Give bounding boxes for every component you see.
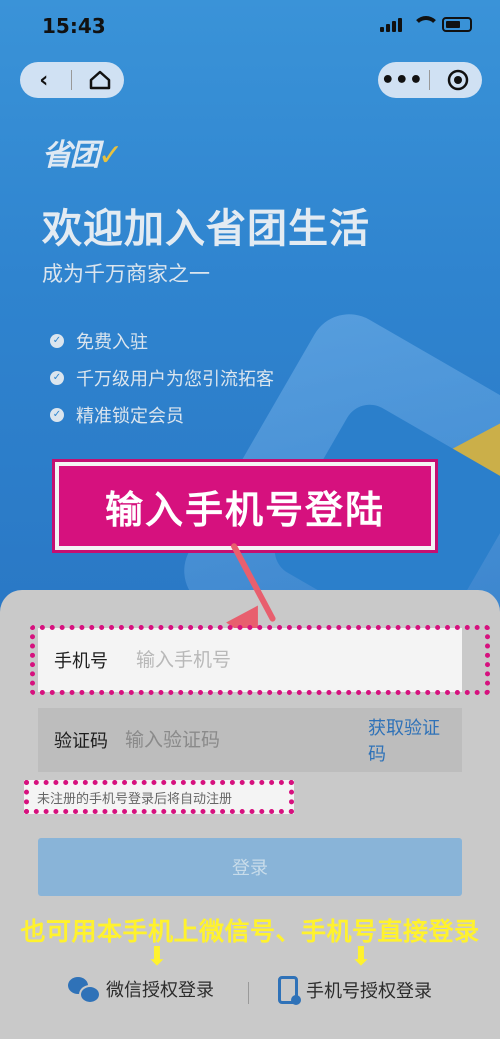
status-bar: 15:43: [0, 0, 500, 52]
nav-capsule-right: •••: [378, 62, 482, 98]
feature-item: ✓ 千万级用户为您引流拓客: [50, 359, 274, 396]
phone-icon: [278, 976, 301, 1005]
phone-input[interactable]: [136, 649, 462, 671]
check-circle-icon: ✓: [50, 370, 64, 385]
get-code-link[interactable]: 获取验证码: [368, 714, 446, 766]
feature-item: ✓ 免费入驻: [50, 322, 274, 359]
wechat-login-label: 微信授权登录: [106, 980, 214, 1001]
check-circle-icon: ✓: [50, 407, 64, 422]
feature-item: ✓ 精准锁定会员: [50, 396, 274, 433]
wechat-login-link[interactable]: 微信授权登录: [68, 976, 214, 1004]
phone-auth-login-label: 手机号授权登录: [306, 981, 432, 1002]
annotation-banner: 输入手机号登陆: [52, 459, 438, 553]
check-circle-icon: ✓: [50, 333, 64, 348]
feature-text: 精准锁定会员: [76, 405, 184, 427]
back-icon[interactable]: ‹: [24, 64, 64, 96]
status-icons: [380, 16, 472, 32]
down-arrow-icon: ⬇: [350, 942, 372, 972]
phone-label: 手机号: [54, 651, 108, 672]
phone-field: 手机号: [38, 628, 462, 692]
page-title: 欢迎加入省团生活: [42, 206, 370, 252]
alt-login-links: 微信授权登录 手机号授权登录: [0, 972, 500, 1012]
feature-text: 千万级用户为您引流拓客: [76, 368, 274, 390]
target-circle-icon[interactable]: [438, 64, 478, 96]
capsule-divider: [71, 70, 73, 90]
code-label: 验证码: [54, 731, 108, 752]
more-dots-icon[interactable]: •••: [381, 64, 423, 96]
brand-logo: 省团✓: [42, 130, 123, 174]
links-divider: [248, 982, 249, 1004]
status-time: 15:43: [42, 14, 106, 38]
verification-code-field: 验证码 获取验证码: [38, 708, 462, 772]
code-input[interactable]: [125, 729, 369, 751]
auto-register-notice: 未注册的手机号登录后将自动注册: [24, 780, 294, 814]
annotation-alt-note: 也可用本手机上微信号、手机号直接登录: [20, 917, 480, 946]
logo-check-icon: ✓: [98, 138, 123, 173]
signal-icon: [380, 16, 402, 32]
capsule-divider: [429, 70, 431, 90]
down-arrow-icon: ⬇: [146, 942, 168, 972]
feature-list: ✓ 免费入驻 ✓ 千万级用户为您引流拓客 ✓ 精准锁定会员: [50, 322, 274, 433]
battery-icon: [442, 16, 472, 32]
phone-auth-login-link[interactable]: 手机号授权登录: [278, 976, 432, 1005]
page-subtitle: 成为千万商家之一: [42, 262, 210, 286]
home-icon[interactable]: [80, 64, 120, 96]
nav-capsule-left: ‹: [20, 62, 124, 98]
wechat-icon: [68, 977, 101, 1004]
wifi-icon: [412, 16, 440, 32]
login-button[interactable]: 登录: [38, 838, 462, 896]
logo-text: 省团: [42, 138, 100, 173]
feature-text: 免费入驻: [76, 331, 148, 353]
